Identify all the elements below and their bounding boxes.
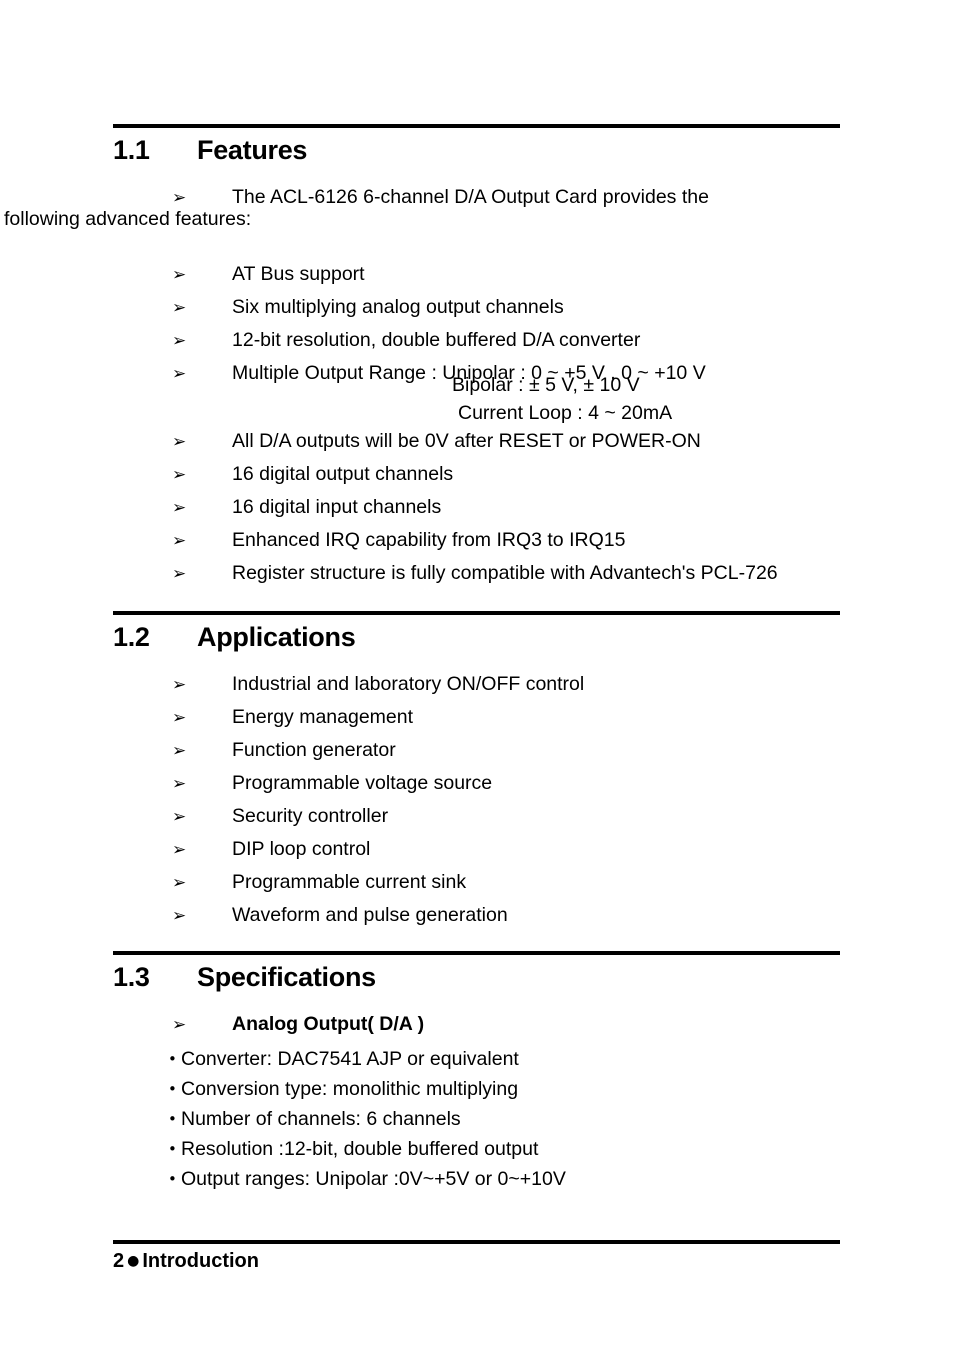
arrow-bullet-icon: ➢ [172,498,187,518]
arrow-bullet-icon: ➢ [172,564,187,584]
output-range-current-loop: Current Loop : 4 ~ 20mA [458,402,673,424]
list-item-label: Function generator [232,739,396,761]
list-item: ➢ Programmable voltage source [0,772,954,794]
list-item: ➢ Enhanced IRQ capability from IRQ3 to I… [0,529,954,551]
dot-bullet-icon: • [168,1140,177,1158]
list-item: ➢ Register structure is fully compatible… [0,562,954,584]
document-page: 1.1 Features ➢ The ACL-6126 6-channel D/… [0,0,954,1352]
list-item: ➢ 16 digital output channels [0,463,954,485]
list-item-label: Waveform and pulse generation [232,904,508,926]
features-list: ➢ The ACL-6126 6-channel D/A Output Card… [0,186,954,395]
list-item: ➢ DIP loop control [0,838,954,860]
list-item-continuation: following advanced features: [4,208,252,230]
dot-bullet-icon: • [168,1170,177,1188]
list-item-label: 16 digital output channels [232,463,454,485]
section-title-features: Features [197,135,308,165]
spec-item-label: Resolution :12-bit, double buffered outp… [181,1138,539,1160]
spec-item: • Resolution :12-bit, double buffered out… [168,1138,538,1160]
section-heading-features: 1.1 Features [113,135,307,166]
arrow-bullet-icon: ➢ [172,364,187,384]
list-item: ➢ 12-bit resolution, double buffered D/A… [0,329,954,351]
list-item: ➢ Analog Output( D/A ) [0,1013,954,1035]
arrow-bullet-icon: ➢ [172,1015,187,1035]
list-item-label: All D/A outputs will be 0V after RESET o… [232,430,701,452]
arrow-bullet-icon: ➢ [172,873,187,893]
spec-item: • Output ranges: Unipolar :0V~+5V or 0~+1… [168,1168,566,1190]
list-item: ➢ Energy management [0,706,954,728]
footer-page-number: 2 [113,1250,125,1272]
arrow-bullet-icon: ➢ [172,331,187,351]
arrow-bullet-icon: ➢ [172,840,187,860]
section-rule-applications [113,611,840,615]
arrow-bullet-icon: ➢ [172,465,187,485]
specifications-subheading-group: ➢ Analog Output( D/A ) [0,1013,954,1035]
section-rule-features [113,124,840,128]
list-item: ➢ Security controller [0,805,954,827]
spec-item-label: Output ranges: Unipolar :0V~+5V or 0~+10… [181,1168,566,1190]
list-item: ➢ Industrial and laboratory ON/OFF contr… [0,673,954,695]
dot-bullet-icon: • [168,1110,177,1128]
spec-item-label: Converter: DAC7541 AJP or equivalent [181,1048,519,1070]
arrow-bullet-icon: ➢ [172,708,187,728]
arrow-bullet-icon: ➢ [172,298,187,318]
output-range-bipolar: Bipolar : ± 5 V, ± 10 V [452,374,640,396]
spec-item: • Converter: DAC7541 AJP or equivalent [168,1048,519,1070]
list-item-label: Enhanced IRQ capability from IRQ3 to IRQ… [232,529,626,551]
list-item-label: DIP loop control [232,838,371,860]
arrow-bullet-icon: ➢ [172,675,187,695]
section-number-1-1: 1.1 [113,135,150,165]
list-item-label: Security controller [232,805,389,827]
list-item-label: The ACL-6126 6-channel D/A Output Card p… [0,186,954,230]
list-item-label: 12-bit resolution, double buffered D/A c… [232,329,641,351]
list-item: ➢ Waveform and pulse generation [0,904,954,926]
section-heading-specifications: 1.3 Specifications [113,962,376,993]
footer-rule [113,1240,840,1244]
section-number-1-3: 1.3 [113,962,150,992]
arrow-bullet-icon: ➢ [172,906,187,926]
arrow-bullet-icon: ➢ [172,774,187,794]
applications-list: ➢ Industrial and laboratory ON/OFF contr… [0,673,954,926]
arrow-bullet-icon: ➢ [172,188,187,208]
analog-output-subheading: Analog Output( D/A ) [232,1013,425,1035]
list-item: ➢ AT Bus support [0,263,954,285]
list-item: ➢ Programmable current sink [0,871,954,893]
arrow-bullet-icon: ➢ [172,531,187,551]
page-footer: 2 ● Introduction [113,1250,259,1273]
section-rule-specifications [113,951,840,955]
list-item-label: 16 digital input channels [232,496,442,518]
list-item-label: Six multiplying analog output channels [232,296,564,318]
section-title-specifications: Specifications [197,962,376,992]
list-item-label: Energy management [232,706,414,728]
spec-item-label: Number of channels: 6 channels [181,1108,461,1130]
dot-bullet-icon: • [168,1050,177,1068]
dot-bullet-icon: • [168,1080,177,1098]
list-item: ➢ 16 digital input channels [0,496,954,518]
section-title-applications: Applications [197,622,356,652]
list-item: ➢ All D/A outputs will be 0V after RESET… [0,430,954,452]
section-number-1-2: 1.2 [113,622,150,652]
spec-item: • Conversion type: monolithic multiplying [168,1078,518,1100]
list-item-label: Programmable current sink [232,871,467,893]
list-item-label: Industrial and laboratory ON/OFF control [232,673,585,695]
section-heading-applications: 1.2 Applications [113,622,356,653]
footer-chapter-label: Introduction [142,1250,259,1272]
arrow-bullet-icon: ➢ [172,265,187,285]
list-item: ➢ The ACL-6126 6-channel D/A Output Card… [0,186,954,252]
list-item: ➢ Function generator [0,739,954,761]
list-item-text: The ACL-6126 6-channel D/A Output Card p… [232,186,709,208]
list-item-label: AT Bus support [232,263,365,285]
list-item-label: Register structure is fully compatible w… [232,562,778,584]
footer-separator-icon: ● [127,1253,140,1269]
list-item-label: Programmable voltage source [232,772,493,794]
arrow-bullet-icon: ➢ [172,432,187,452]
arrow-bullet-icon: ➢ [172,807,187,827]
arrow-bullet-icon: ➢ [172,741,187,761]
list-item: ➢ Six multiplying analog output channels [0,296,954,318]
features-list-continued: ➢ All D/A outputs will be 0V after RESET… [0,430,954,584]
spec-item-label: Conversion type: monolithic multiplying [181,1078,519,1100]
spec-item: • Number of channels: 6 channels [168,1108,461,1130]
